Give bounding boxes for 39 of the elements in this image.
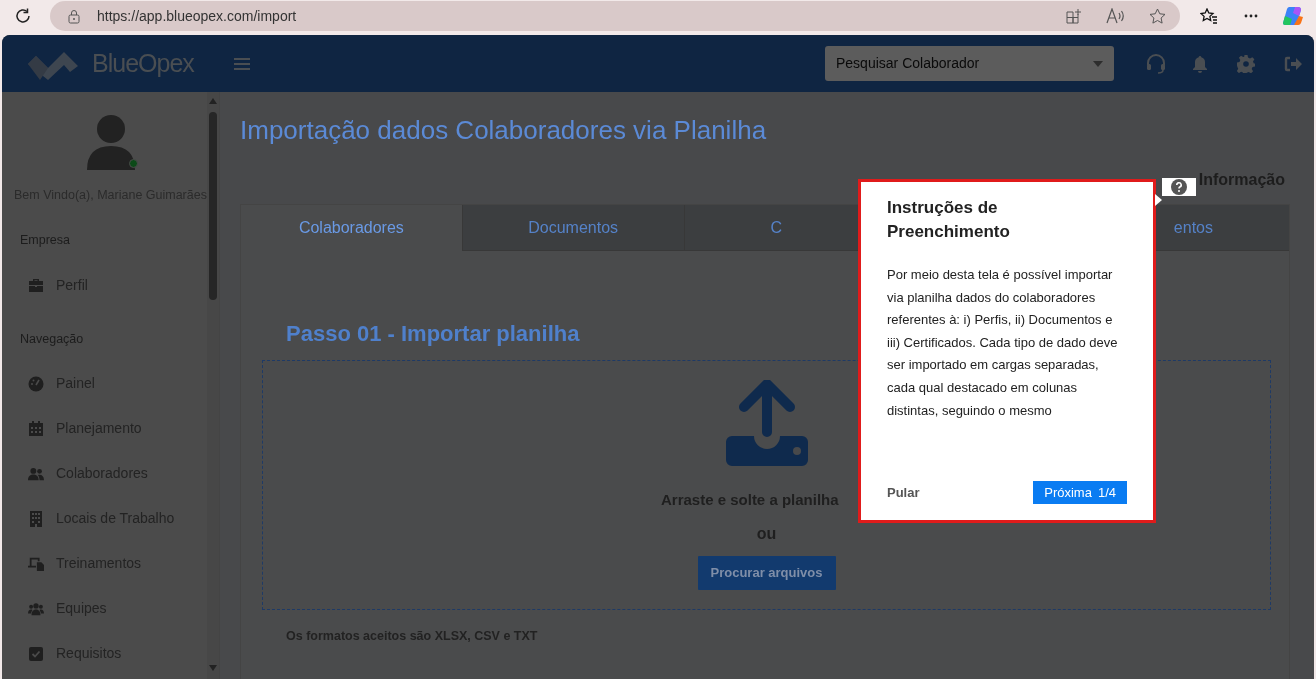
settings-icon[interactable] [1237, 54, 1255, 73]
step-title: Passo 01 - Importar planilha [286, 320, 580, 348]
user-avatar-icon [84, 114, 137, 170]
help-icon[interactable] [1171, 179, 1187, 195]
headset-icon[interactable] [1146, 53, 1166, 74]
skip-button[interactable]: Pular [887, 482, 920, 503]
scrollbar-thumb[interactable] [209, 112, 217, 300]
gauge-icon [28, 375, 44, 392]
apps-icon[interactable] [1066, 8, 1082, 24]
dropdown-caret-icon[interactable] [1093, 60, 1103, 67]
browse-files-button[interactable]: Procurar arquivos [697, 555, 836, 590]
favorites-icon[interactable] [1200, 8, 1218, 24]
users-icon [28, 466, 44, 481]
lock-icon[interactable] [68, 8, 80, 24]
more-icon[interactable] [1244, 14, 1258, 18]
star-icon[interactable] [1149, 8, 1166, 24]
help-highlight[interactable] [1162, 178, 1196, 196]
tab[interactable]: Documentos [461, 205, 684, 251]
upload-icon [723, 380, 810, 466]
url-text[interactable]: https://app.blueopex.com/import [97, 5, 297, 27]
scroll-down-icon[interactable] [209, 665, 217, 671]
reload-icon[interactable] [14, 7, 32, 25]
menu-icon[interactable] [233, 56, 250, 71]
copilot-icon[interactable] [1282, 5, 1304, 27]
checkbox-icon [29, 646, 43, 661]
page-title: Importação dados Colaboradores via Planilha [240, 114, 767, 147]
next-button[interactable]: Próxima 1/4 [1033, 481, 1127, 504]
address-bar[interactable]: https://app.blueopex.com/import [50, 1, 1180, 31]
bell-icon[interactable] [1192, 54, 1208, 73]
team-icon [28, 601, 44, 616]
devices-icon [28, 555, 44, 572]
building-icon [30, 510, 42, 527]
scroll-up-icon[interactable] [209, 98, 217, 104]
search-select[interactable]: Pesquisar Colaborador [825, 46, 1114, 81]
calendar-icon [29, 421, 43, 437]
logout-icon[interactable] [1284, 55, 1302, 72]
logo-text: BlueOpex [92, 47, 194, 79]
briefcase-icon [28, 278, 44, 292]
read-aloud-icon[interactable] [1106, 8, 1126, 24]
